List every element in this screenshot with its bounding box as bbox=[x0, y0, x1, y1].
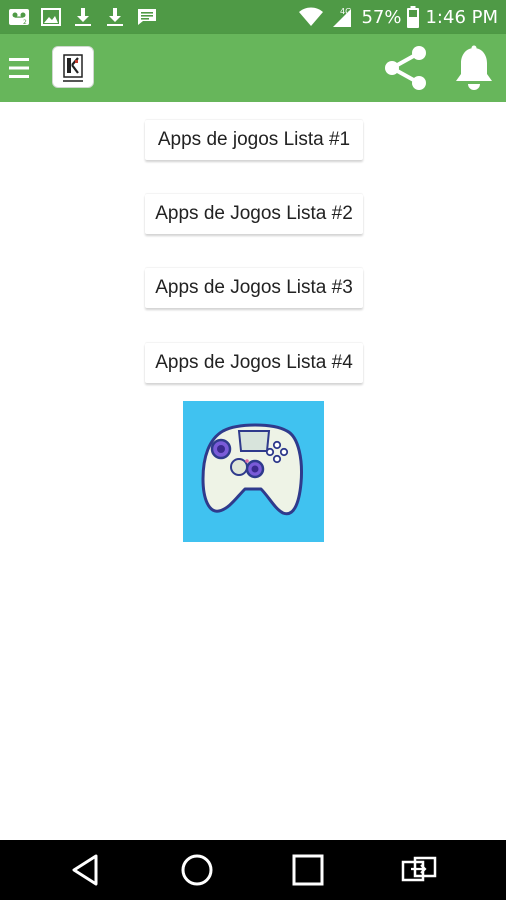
voicemail-icon: 2 bbox=[9, 9, 29, 26]
status-bar: 2 4G 57% 1:46 PM bbox=[0, 0, 506, 34]
main-content: Apps de jogos Lista #1 Apps de Jogos Lis… bbox=[0, 102, 506, 840]
list-button-4[interactable]: Apps de Jogos Lista #4 bbox=[145, 343, 363, 383]
share-icon[interactable] bbox=[382, 44, 430, 92]
app-bar bbox=[0, 34, 506, 102]
logo-graphic bbox=[63, 54, 83, 82]
recents-icon[interactable] bbox=[288, 850, 328, 890]
network-type: 4G bbox=[340, 7, 351, 16]
bell-icon[interactable] bbox=[452, 44, 496, 92]
battery-icon bbox=[407, 6, 420, 28]
game-controller-icon bbox=[201, 423, 303, 516]
game-controller-image bbox=[183, 401, 324, 542]
list-button-label: Apps de Jogos Lista #2 bbox=[155, 203, 353, 224]
battery-percent: 57% bbox=[361, 6, 402, 28]
list-button-label: Apps de Jogos Lista #4 bbox=[155, 352, 353, 373]
list-button-3[interactable]: Apps de Jogos Lista #3 bbox=[145, 268, 363, 308]
download-icon bbox=[75, 8, 91, 26]
clock: 1:46 PM bbox=[425, 6, 498, 28]
menu-icon[interactable] bbox=[6, 54, 32, 82]
home-icon[interactable] bbox=[177, 850, 217, 890]
download-icon bbox=[107, 8, 123, 26]
list-button-1[interactable]: Apps de jogos Lista #1 bbox=[145, 120, 363, 160]
wifi-icon bbox=[299, 7, 324, 26]
image-icon bbox=[41, 8, 61, 26]
list-button-label: Apps de jogos Lista #1 bbox=[157, 129, 351, 150]
system-status: 4G 57% 1:46 PM bbox=[299, 6, 498, 28]
app-logo[interactable] bbox=[52, 46, 94, 88]
notification-icons: 2 bbox=[8, 6, 158, 28]
navigation-bar bbox=[0, 840, 506, 900]
signal-icon: 4G bbox=[333, 7, 352, 27]
list-button-2[interactable]: Apps de Jogos Lista #2 bbox=[145, 194, 363, 234]
svg-text:2: 2 bbox=[23, 19, 27, 26]
switch-sim-icon[interactable] bbox=[399, 850, 439, 890]
message-icon bbox=[138, 9, 156, 25]
list-button-label: Apps de Jogos Lista #3 bbox=[155, 277, 353, 298]
back-icon[interactable] bbox=[66, 850, 106, 890]
